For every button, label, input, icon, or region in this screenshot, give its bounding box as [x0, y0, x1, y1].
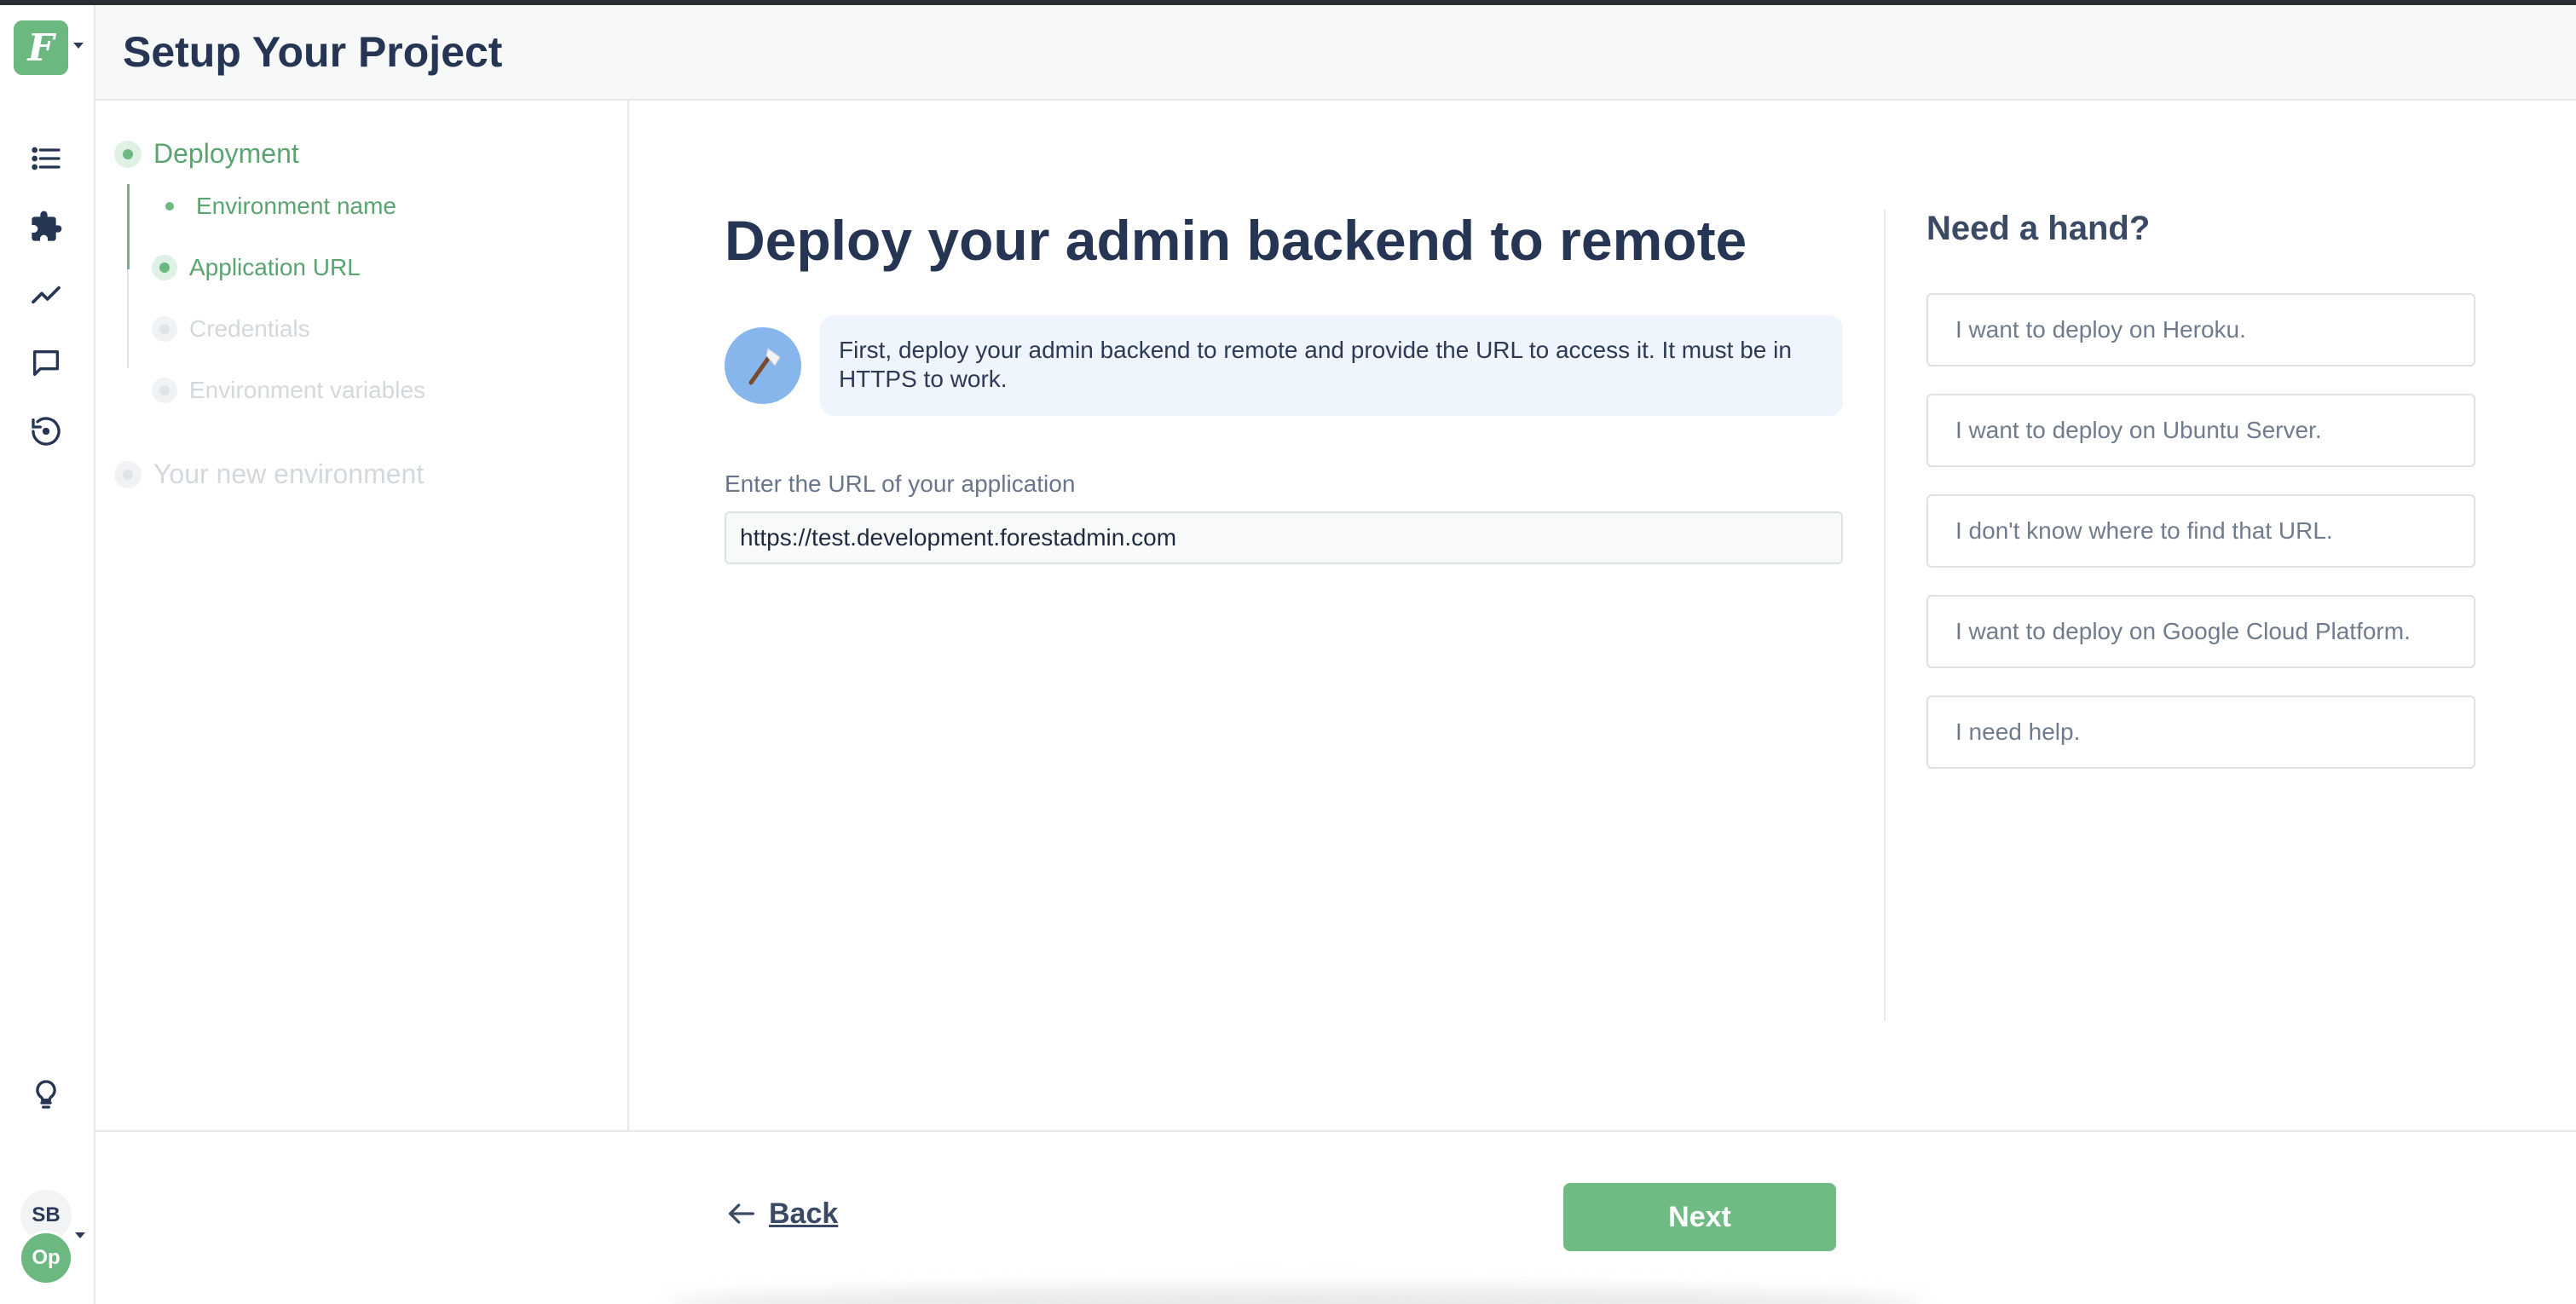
help-option-heroku[interactable]: I want to deploy on Heroku. [1926, 293, 2475, 366]
chat-icon[interactable] [27, 344, 65, 382]
step-dot [165, 202, 174, 211]
footer-bar [95, 1130, 2576, 1304]
list-icon[interactable] [27, 140, 65, 177]
step-label: Credentials [189, 315, 310, 342]
chevron-down-icon[interactable] [73, 43, 84, 49]
step-deployment[interactable]: Deployment [114, 138, 299, 170]
axe-icon [725, 327, 801, 404]
chevron-down-icon[interactable] [75, 1232, 85, 1238]
back-button[interactable]: Back [725, 1197, 838, 1231]
logo-letter: F [27, 26, 55, 70]
url-input[interactable] [725, 511, 1843, 564]
arrow-left-icon [729, 1203, 754, 1224]
help-option-ubuntu[interactable]: I want to deploy on Ubuntu Server. [1926, 394, 2475, 467]
help-option-find-url[interactable]: I don't know where to find that URL. [1926, 494, 2475, 568]
lightbulb-icon[interactable] [27, 1076, 65, 1113]
step-application-url[interactable]: Application URL [152, 254, 361, 281]
help-option-gcp[interactable]: I want to deploy on Google Cloud Platfor… [1926, 595, 2475, 668]
steps-panel: Deployment Environment name Application … [95, 101, 629, 1132]
step-new-environment: Your new environment [114, 459, 424, 490]
step-dot [114, 460, 142, 488]
forest-logo[interactable]: F [14, 20, 68, 75]
url-field-label: Enter the URL of your application [725, 470, 1076, 497]
step-dot [152, 316, 177, 342]
back-label: Back [769, 1197, 839, 1230]
page-header: Setup Your Project [95, 5, 2576, 101]
help-title: Need a hand? [1926, 210, 2151, 247]
step-dot [152, 255, 177, 280]
next-button[interactable]: Next [1563, 1183, 1836, 1251]
step-label: Application URL [189, 254, 361, 280]
step-environment-variables: Environment variables [152, 377, 425, 404]
left-rail: F SB Op [0, 5, 95, 1304]
puzzle-icon[interactable] [27, 208, 65, 245]
step-dot [114, 140, 142, 168]
steps-track-active [127, 184, 130, 269]
avatar-op[interactable]: Op [19, 1231, 73, 1285]
step-label: Deployment [153, 138, 299, 169]
help-option-need-help[interactable]: I need help. [1926, 695, 2475, 769]
step-credentials: Credentials [152, 315, 310, 343]
hint-message: First, deploy your admin backend to remo… [820, 315, 1843, 416]
section-title: Deploy your admin backend to remote [725, 209, 1747, 272]
step-label: Environment variables [189, 377, 426, 403]
column-divider [1884, 210, 1886, 1021]
history-icon[interactable] [27, 413, 65, 450]
step-dot [152, 378, 177, 403]
step-label: Your new environment [153, 459, 425, 489]
analytics-icon[interactable] [27, 276, 65, 314]
step-environment-name[interactable]: Environment name [162, 193, 396, 220]
page-title: Setup Your Project [123, 28, 503, 76]
step-label: Environment name [196, 193, 397, 219]
